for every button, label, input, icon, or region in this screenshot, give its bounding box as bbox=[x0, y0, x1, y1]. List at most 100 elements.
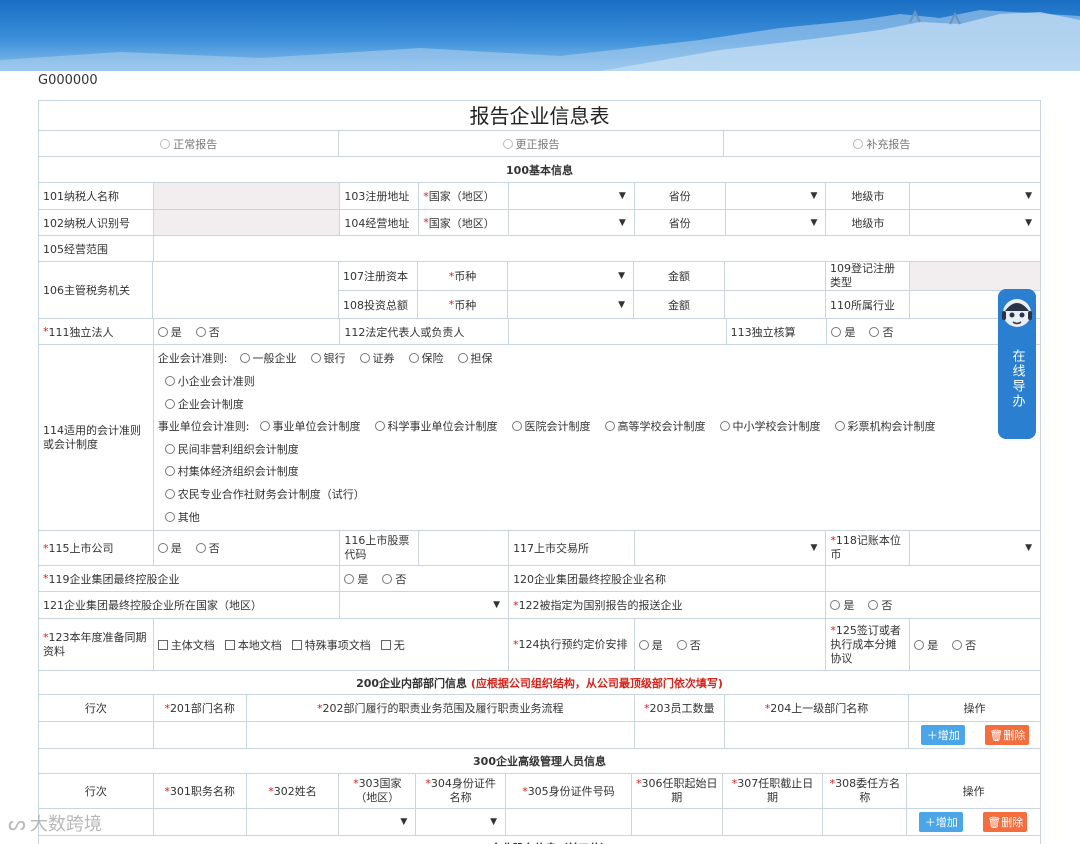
legal-rep-input[interactable] bbox=[509, 319, 727, 344]
std-enterprise-system[interactable]: 企业会计制度 bbox=[164, 396, 244, 412]
radio-icon[interactable] bbox=[359, 353, 370, 364]
radio-icon[interactable] bbox=[831, 326, 842, 337]
invest-amount-input[interactable] bbox=[725, 291, 826, 318]
checkbox-icon[interactable] bbox=[224, 639, 235, 650]
radio-icon[interactable] bbox=[604, 421, 615, 432]
report-type-normal[interactable]: 正常报告 bbox=[39, 131, 340, 156]
radio-icon[interactable] bbox=[638, 639, 649, 650]
checkbox-icon[interactable] bbox=[380, 639, 391, 650]
radio-icon[interactable] bbox=[157, 543, 168, 553]
std-npo[interactable]: 民间非营利组织会计制度 bbox=[164, 441, 299, 457]
std-village[interactable]: 村集体经济组织会计制度 bbox=[164, 463, 299, 479]
radio-icon[interactable] bbox=[164, 443, 175, 454]
listed-no[interactable]: 否 bbox=[195, 540, 220, 556]
radio-icon[interactable] bbox=[914, 639, 925, 650]
std-sci-institution[interactable]: 科学事业单位会计制度 bbox=[374, 418, 498, 434]
checkbox-icon[interactable] bbox=[157, 639, 168, 650]
listed-yes[interactable]: 是 bbox=[157, 540, 182, 556]
id-number-input[interactable] bbox=[506, 809, 632, 835]
exec-country-select[interactable]: ▼ bbox=[339, 809, 417, 835]
radio-icon[interactable] bbox=[869, 326, 880, 337]
std-university[interactable]: 高等学校会计制度 bbox=[604, 418, 706, 434]
std-hospital[interactable]: 医院会计制度 bbox=[511, 418, 591, 434]
radio-icon[interactable] bbox=[157, 326, 168, 337]
radio-icon[interactable] bbox=[830, 600, 841, 610]
reg-capital-amount-input[interactable] bbox=[725, 262, 826, 290]
online-guide-button[interactable]: 在线导办 bbox=[998, 289, 1036, 439]
dept-name-input[interactable] bbox=[154, 722, 247, 748]
staff-count-input[interactable] bbox=[635, 722, 725, 748]
stock-code-input[interactable] bbox=[419, 531, 510, 565]
radio-icon[interactable] bbox=[164, 466, 175, 477]
checkbox-icon[interactable] bbox=[291, 639, 302, 650]
doc-special[interactable]: 特殊事项文档 bbox=[291, 637, 371, 653]
reg-province-select[interactable]: ▼ bbox=[726, 183, 827, 209]
radio-icon[interactable] bbox=[457, 353, 468, 364]
group-parent-yes[interactable]: 是 bbox=[344, 571, 368, 587]
std-school[interactable]: 中小学校会计制度 bbox=[719, 418, 821, 434]
op-city-select[interactable]: ▼ bbox=[910, 210, 1040, 235]
reg-type-input[interactable] bbox=[910, 262, 1040, 290]
radio-icon[interactable] bbox=[164, 489, 175, 500]
csa-no[interactable]: 否 bbox=[952, 637, 976, 653]
radio-icon[interactable] bbox=[502, 138, 513, 149]
taxpayer-id-input[interactable] bbox=[153, 210, 341, 235]
independent-legal-yes[interactable]: 是 bbox=[157, 324, 182, 340]
start-date-input[interactable] bbox=[632, 809, 723, 835]
std-general[interactable]: 一般企业 bbox=[239, 350, 297, 366]
radio-icon[interactable] bbox=[195, 326, 206, 337]
std-securities[interactable]: 证券 bbox=[359, 350, 395, 366]
radio-icon[interactable] bbox=[676, 639, 687, 650]
apa-yes[interactable]: 是 bbox=[638, 637, 663, 653]
op-country-select[interactable]: ▼ bbox=[509, 210, 635, 235]
independent-accounting-yes[interactable]: 是 bbox=[831, 324, 855, 340]
radio-icon[interactable] bbox=[239, 353, 250, 364]
radio-icon[interactable] bbox=[310, 353, 321, 364]
exchange-select[interactable]: ▼ bbox=[635, 531, 827, 565]
business-scope-input[interactable] bbox=[154, 236, 1040, 261]
end-date-input[interactable] bbox=[723, 809, 824, 835]
appointer-input[interactable] bbox=[823, 809, 908, 835]
radio-icon[interactable] bbox=[834, 421, 845, 432]
add-exec-button[interactable]: ＋增加 bbox=[919, 812, 964, 832]
op-province-select[interactable]: ▼ bbox=[726, 210, 827, 235]
group-parent-no[interactable]: 否 bbox=[382, 571, 406, 587]
tax-authority-input[interactable] bbox=[153, 262, 339, 318]
doc-local[interactable]: 本地文档 bbox=[224, 637, 282, 653]
radio-icon[interactable] bbox=[511, 421, 522, 432]
parent-dept-input[interactable] bbox=[725, 722, 910, 748]
std-insurance[interactable]: 保险 bbox=[408, 350, 444, 366]
report-type-correction[interactable]: 更正报告 bbox=[339, 131, 724, 156]
add-dept-button[interactable]: ＋增加 bbox=[921, 725, 966, 745]
reg-city-select[interactable]: ▼ bbox=[910, 183, 1040, 209]
std-guarantee[interactable]: 担保 bbox=[457, 350, 493, 366]
radio-icon[interactable] bbox=[259, 421, 270, 432]
doc-none[interactable]: 无 bbox=[380, 637, 405, 653]
radio-icon[interactable] bbox=[164, 511, 175, 522]
dept-duty-input[interactable] bbox=[247, 722, 635, 748]
std-lottery[interactable]: 彩票机构会计制度 bbox=[834, 418, 936, 434]
radio-icon[interactable] bbox=[160, 138, 171, 149]
delete-dept-button[interactable]: 🗑 删除 bbox=[985, 725, 1030, 745]
std-coop[interactable]: 农民专业合作社财务会计制度（试行） bbox=[164, 486, 365, 502]
delete-exec-button[interactable]: 🗑 删除 bbox=[983, 812, 1028, 832]
bookkeeping-currency-select[interactable]: ▼ bbox=[910, 531, 1040, 565]
radio-icon[interactable] bbox=[374, 421, 385, 432]
group-parent-country-select[interactable]: ▼ bbox=[340, 592, 510, 618]
std-small-enterprise[interactable]: 小企业会计准则 bbox=[164, 373, 255, 389]
apa-no[interactable]: 否 bbox=[676, 637, 701, 653]
reg-capital-currency-select[interactable]: ▼ bbox=[508, 262, 634, 290]
independent-accounting-no[interactable]: 否 bbox=[869, 324, 893, 340]
position-input[interactable] bbox=[154, 809, 247, 835]
std-bank[interactable]: 银行 bbox=[310, 350, 346, 366]
radio-icon[interactable] bbox=[344, 573, 355, 584]
radio-icon[interactable] bbox=[952, 639, 963, 650]
cbc-reporter-yes[interactable]: 是 bbox=[830, 597, 854, 613]
radio-icon[interactable] bbox=[408, 353, 419, 364]
cbc-reporter-no[interactable]: 否 bbox=[868, 597, 892, 613]
invest-currency-select[interactable]: ▼ bbox=[508, 291, 634, 318]
csa-yes[interactable]: 是 bbox=[914, 637, 938, 653]
radio-icon[interactable] bbox=[853, 138, 864, 149]
radio-icon[interactable] bbox=[164, 398, 175, 409]
radio-icon[interactable] bbox=[382, 573, 393, 584]
